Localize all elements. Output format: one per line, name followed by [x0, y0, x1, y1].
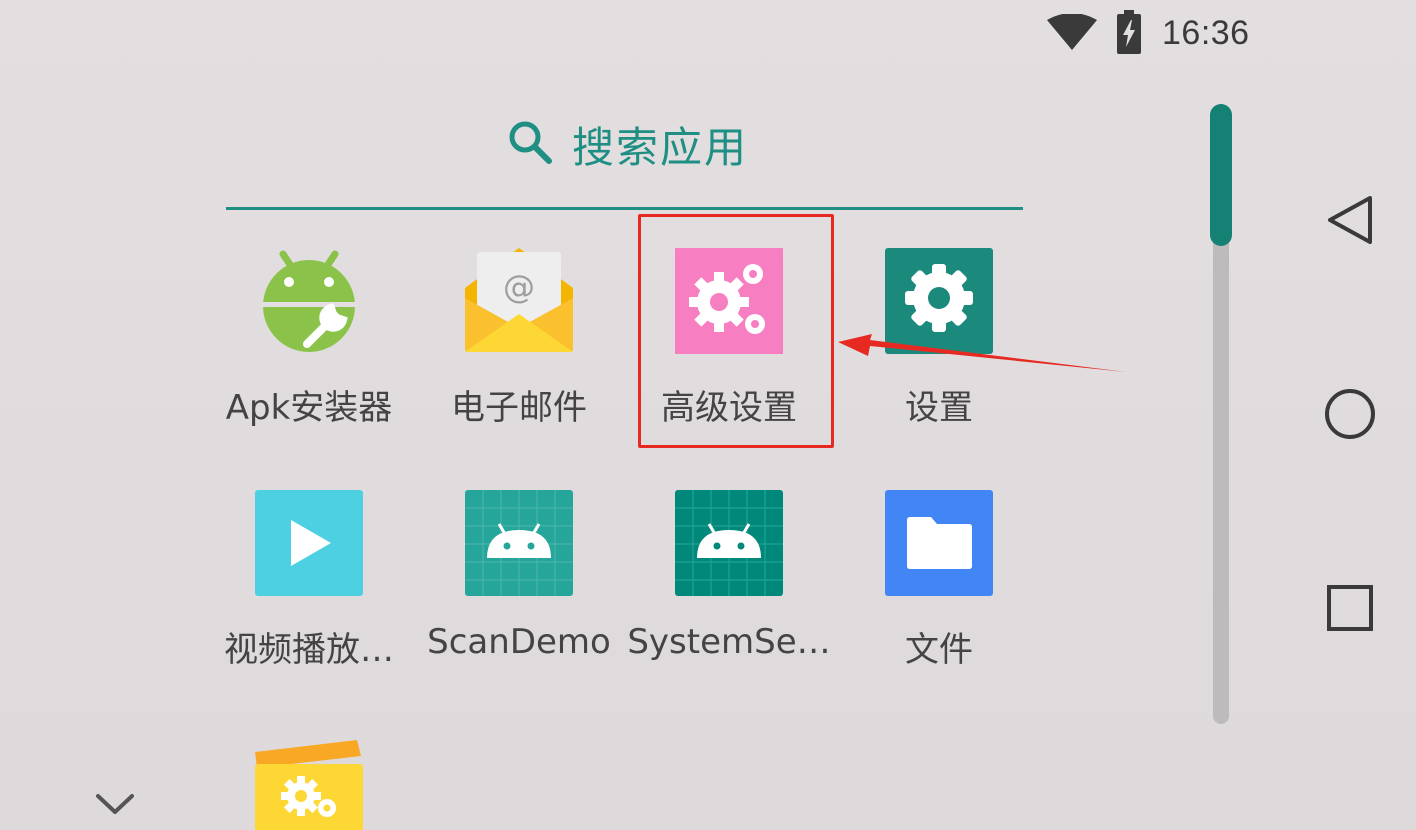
back-icon[interactable]: [1322, 192, 1378, 248]
app-video-player[interactable]: 视频播放…: [204, 490, 414, 720]
app-files[interactable]: 文件: [834, 490, 1044, 720]
app-scandemo[interactable]: ScanDemo: [414, 490, 624, 720]
app-settings-card[interactable]: [204, 738, 414, 830]
app-systemse[interactable]: SystemSe…: [624, 490, 834, 720]
app-email[interactable]: @ 电子邮件: [414, 248, 624, 478]
search-icon: [509, 121, 552, 164]
svg-text:@: @: [503, 268, 535, 306]
annotation-arrow: [838, 334, 1126, 372]
scrollbar-thumb[interactable]: [1210, 104, 1232, 246]
battery-charging-icon: [1117, 10, 1141, 54]
app-label: Apk安装器: [225, 388, 393, 428]
app-apk-installer[interactable]: Apk安装器: [204, 248, 414, 478]
search-label: 搜索应用: [572, 123, 749, 172]
files-icon: [885, 490, 993, 596]
scandemo-icon: [465, 490, 573, 596]
home-icon[interactable]: [1322, 386, 1378, 442]
clock: 16:36: [1162, 14, 1250, 52]
app-label: 设置: [905, 388, 973, 428]
chevron-down-icon[interactable]: [94, 790, 136, 818]
app-label: 文件: [905, 630, 973, 670]
systemse-icon: [675, 490, 783, 596]
app-label: ScanDemo: [427, 622, 611, 662]
video-player-icon: [255, 490, 363, 596]
apk-installer-icon: [261, 250, 357, 352]
app-label: 视频播放…: [224, 630, 394, 670]
highlight-box: [638, 214, 834, 448]
status-bar: 16:36: [0, 0, 1416, 70]
navigation-bar: [1300, 0, 1416, 830]
search-bar[interactable]: 搜索应用: [226, 100, 1023, 210]
app-label: 电子邮件: [451, 388, 587, 428]
search-underline: [226, 207, 1023, 210]
wifi-icon: [1047, 14, 1097, 50]
email-icon: @: [465, 248, 573, 352]
settings-card-icon: [255, 740, 363, 830]
app-label: SystemSe…: [627, 622, 831, 662]
recents-icon[interactable]: [1322, 580, 1378, 636]
